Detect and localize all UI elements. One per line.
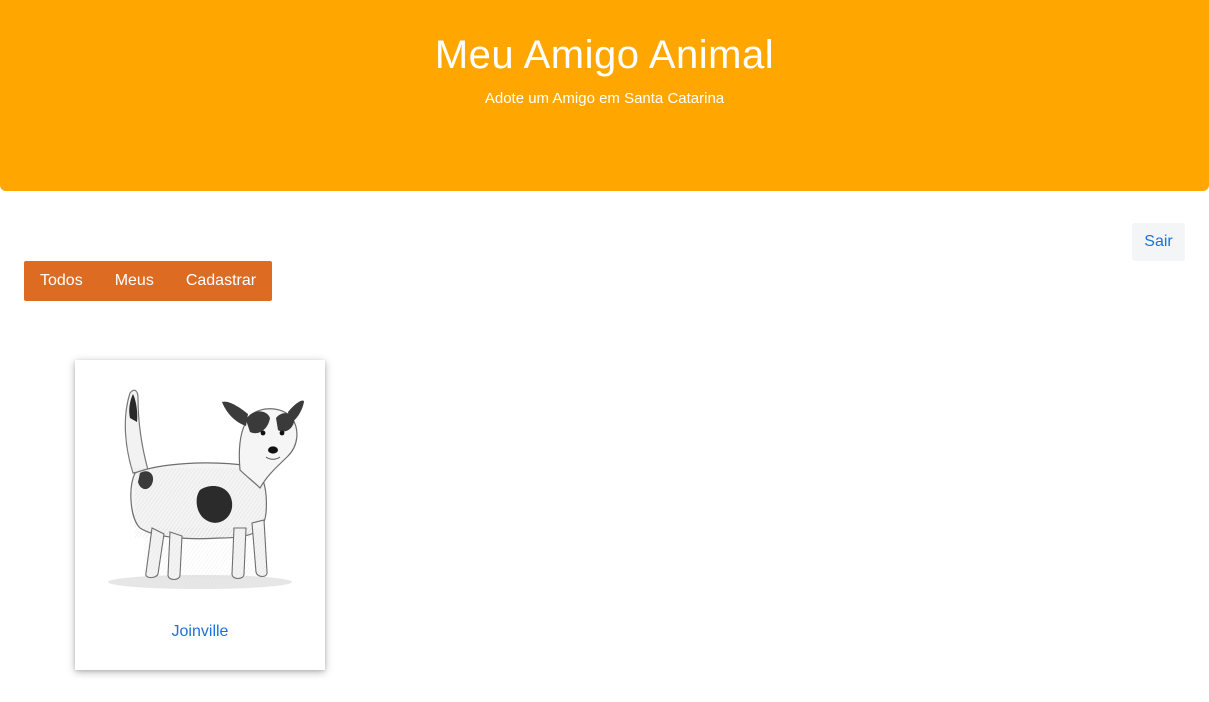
logout-button[interactable]: Sair (1132, 223, 1185, 261)
dog-image[interactable] (100, 378, 305, 593)
hero-banner: Meu Amigo Animal Adote um Amigo em Santa… (0, 0, 1209, 191)
page-title: Meu Amigo Animal (434, 33, 775, 77)
filter-tabs: Todos Meus Cadastrar (24, 261, 273, 301)
tab-cadastrar[interactable]: Cadastrar (170, 261, 272, 301)
page-subtitle: Adote um Amigo em Santa Catarina (484, 90, 725, 107)
animal-city-link[interactable]: Joinville (75, 622, 325, 642)
tab-meus[interactable]: Meus (99, 261, 170, 301)
tab-todos[interactable]: Todos (24, 261, 99, 301)
animal-card[interactable]: Joinville (75, 360, 325, 670)
